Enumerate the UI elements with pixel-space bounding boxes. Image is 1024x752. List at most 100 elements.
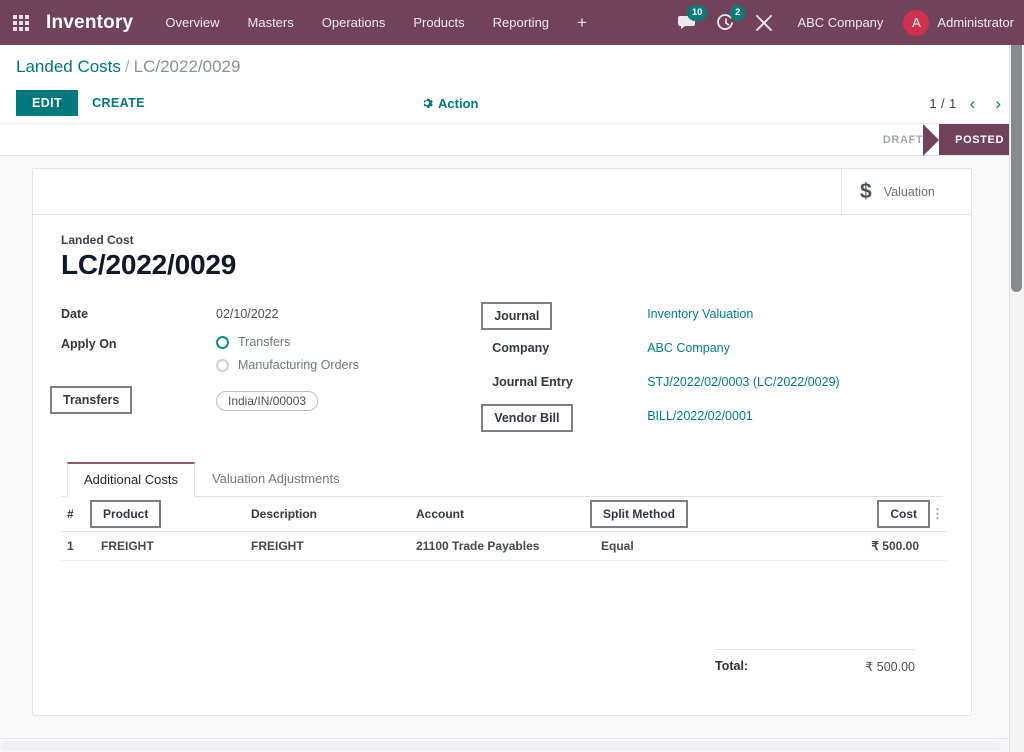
column-header-product-wrap: Product <box>90 497 245 532</box>
company-switcher[interactable]: ABC Company <box>783 15 897 30</box>
transfers-tag[interactable]: India/IN/00003 <box>216 391 319 411</box>
status-bar: DRAFT POSTED <box>0 124 1024 156</box>
field-journal-entry: Journal Entry STJ/2022/02/0003 (LC/2022/… <box>492 373 943 401</box>
pager-previous-button[interactable]: ‹ <box>963 95 983 112</box>
cell-description[interactable]: FREIGHT <box>245 531 410 561</box>
cell-product[interactable]: FREIGHT <box>95 531 245 561</box>
journal-label: Journal <box>481 302 553 330</box>
edit-button[interactable]: EDIT <box>16 90 79 116</box>
form-columns: Date 02/10/2022 Apply On Transfers Manuf… <box>50 302 943 437</box>
menu-operations[interactable]: Operations <box>308 0 400 45</box>
form-sheet: $ Valuation Landed Cost LC/2022/0029 Dat… <box>32 168 972 716</box>
activities-button[interactable]: 2 <box>707 0 746 45</box>
horizontal-scrollbar[interactable] <box>0 738 1009 752</box>
company-value[interactable]: ABC Company <box>647 339 730 355</box>
total-label: Total: <box>715 659 749 673</box>
tab-additional-costs[interactable]: Additional Costs <box>67 462 195 497</box>
menu-overview[interactable]: Overview <box>151 0 233 45</box>
pager-next-button[interactable]: › <box>988 95 1008 112</box>
user-menu[interactable]: A Administrator <box>897 9 1014 36</box>
vendor-bill-label: Vendor Bill <box>481 404 573 432</box>
notebook: Additional Costs Valuation Adjustments #… <box>61 461 947 674</box>
form-column-right: Journal Inventory Valuation Company ABC … <box>481 302 943 437</box>
field-vendor-bill: Vendor Bill BILL/2022/02/0001 <box>481 404 943 435</box>
dollar-icon: $ <box>860 179 872 203</box>
radio-option-transfers[interactable]: Transfers <box>216 335 359 349</box>
field-transfers: Transfers India/IN/00003 <box>50 386 492 417</box>
journal-entry-label: Journal Entry <box>492 375 573 389</box>
menu-masters[interactable]: Masters <box>234 0 308 45</box>
sheet-background: $ Valuation Landed Cost LC/2022/0029 Dat… <box>0 156 1024 748</box>
vertical-scrollbar[interactable] <box>1009 0 1024 752</box>
radio-option-manufacturing-orders[interactable]: Manufacturing Orders <box>216 358 359 372</box>
valuation-label: Valuation <box>883 184 935 199</box>
cell-cost[interactable]: ₹ 500.00 <box>780 531 925 561</box>
notebook-tabs: Additional Costs Valuation Adjustments <box>61 461 943 497</box>
column-header-description[interactable]: Description <box>245 497 410 532</box>
field-apply-on: Apply On Transfers Manufacturing Orders <box>61 335 492 381</box>
apply-on-label: Apply On <box>61 337 117 351</box>
column-header-account[interactable]: Account <box>410 497 595 532</box>
gear-icon <box>423 98 433 108</box>
totals-row: Total: ₹ 500.00 <box>715 649 915 674</box>
control-panel-buttons: EDIT CREATE Action 1 / 1 ‹ › <box>16 83 1008 123</box>
action-menu[interactable]: Action <box>421 96 478 111</box>
vertical-dots-icon[interactable]: ⋮ <box>931 506 944 521</box>
avatar: A <box>903 9 930 36</box>
smart-button-box: $ Valuation <box>33 169 971 215</box>
journal-entry-value[interactable]: STJ/2022/02/0003 (LC/2022/0029) <box>647 373 840 389</box>
company-label: Company <box>492 341 550 355</box>
apply-on-radio-group: Transfers Manufacturing Orders <box>216 335 359 381</box>
column-header-split-method[interactable]: Split Method <box>590 500 688 528</box>
vertical-scrollbar-thumb[interactable] <box>1011 2 1022 292</box>
app-brand[interactable]: Inventory <box>46 12 133 34</box>
apps-grid-icon[interactable] <box>6 8 36 38</box>
cell-split-method[interactable]: Equal <box>595 531 780 561</box>
user-name: Administrator <box>937 15 1014 30</box>
breadcrumb-root[interactable]: Landed Costs <box>16 57 121 76</box>
form-column-left: Date 02/10/2022 Apply On Transfers Manuf… <box>50 305 492 437</box>
field-date: Date 02/10/2022 <box>61 305 492 333</box>
radio-transfers-label: Transfers <box>238 335 291 349</box>
cell-optional <box>925 531 947 561</box>
add-menu-button[interactable]: + <box>563 0 601 45</box>
menu-reporting[interactable]: Reporting <box>479 0 563 45</box>
menu-products[interactable]: Products <box>399 0 478 45</box>
cell-account[interactable]: 21100 Trade Payables <box>410 531 595 561</box>
page-title: LC/2022/0029 <box>61 249 237 280</box>
radio-transfers-icon <box>216 335 229 349</box>
breadcrumb-current: LC/2022/0029 <box>133 57 241 76</box>
tab-valuation-adjustments[interactable]: Valuation Adjustments <box>195 462 357 497</box>
horizontal-scrollbar-thumb[interactable] <box>1 741 1001 751</box>
column-header-split-method-wrap: Split Method <box>590 497 780 532</box>
messages-badge: 10 <box>686 5 708 21</box>
column-header-product[interactable]: Product <box>90 500 162 528</box>
pager-counter: 1 / 1 <box>929 95 957 111</box>
breadcrumb-separator: / <box>124 57 130 76</box>
journal-value[interactable]: Inventory Valuation <box>647 305 753 321</box>
tools-button[interactable] <box>745 0 783 45</box>
sheet-body: Landed Cost LC/2022/0029 Date 02/10/2022… <box>33 215 971 674</box>
table-header-row: # Product Description Account Split Meth… <box>61 497 947 532</box>
additional-costs-table: # Product Description Account Split Meth… <box>61 497 947 561</box>
navbar-right: 10 2 ABC Company A Administrator <box>668 0 1014 45</box>
cell-index: 1 <box>61 531 95 561</box>
column-header-cost[interactable]: Cost <box>877 500 930 528</box>
table-row[interactable]: 1 FREIGHT FREIGHT 21100 Trade Payables E… <box>61 531 947 561</box>
radio-manufacturing-orders-label: Manufacturing Orders <box>238 358 359 372</box>
vendor-bill-value[interactable]: BILL/2022/02/0001 <box>647 407 753 423</box>
journal-label-wrap: Journal <box>481 302 647 330</box>
top-navbar: Inventory Overview Masters Operations Pr… <box>0 0 1024 45</box>
create-button[interactable]: CREATE <box>78 90 159 116</box>
totals-section: Total: ₹ 500.00 <box>61 649 943 674</box>
action-label: Action <box>438 95 479 111</box>
date-value[interactable]: 02/10/2022 <box>216 305 279 321</box>
table-header: # Product Description Account Split Meth… <box>61 497 947 532</box>
valuation-smart-button[interactable]: $ Valuation <box>841 169 971 214</box>
messages-button[interactable]: 10 <box>668 0 708 45</box>
total-value: ₹ 500.00 <box>865 660 915 674</box>
breadcrumb: Landed Costs / LC/2022/0029 <box>16 45 1008 83</box>
transfers-value[interactable]: India/IN/00003 <box>216 389 319 411</box>
date-label: Date <box>61 307 89 321</box>
field-company: Company ABC Company <box>492 339 943 367</box>
